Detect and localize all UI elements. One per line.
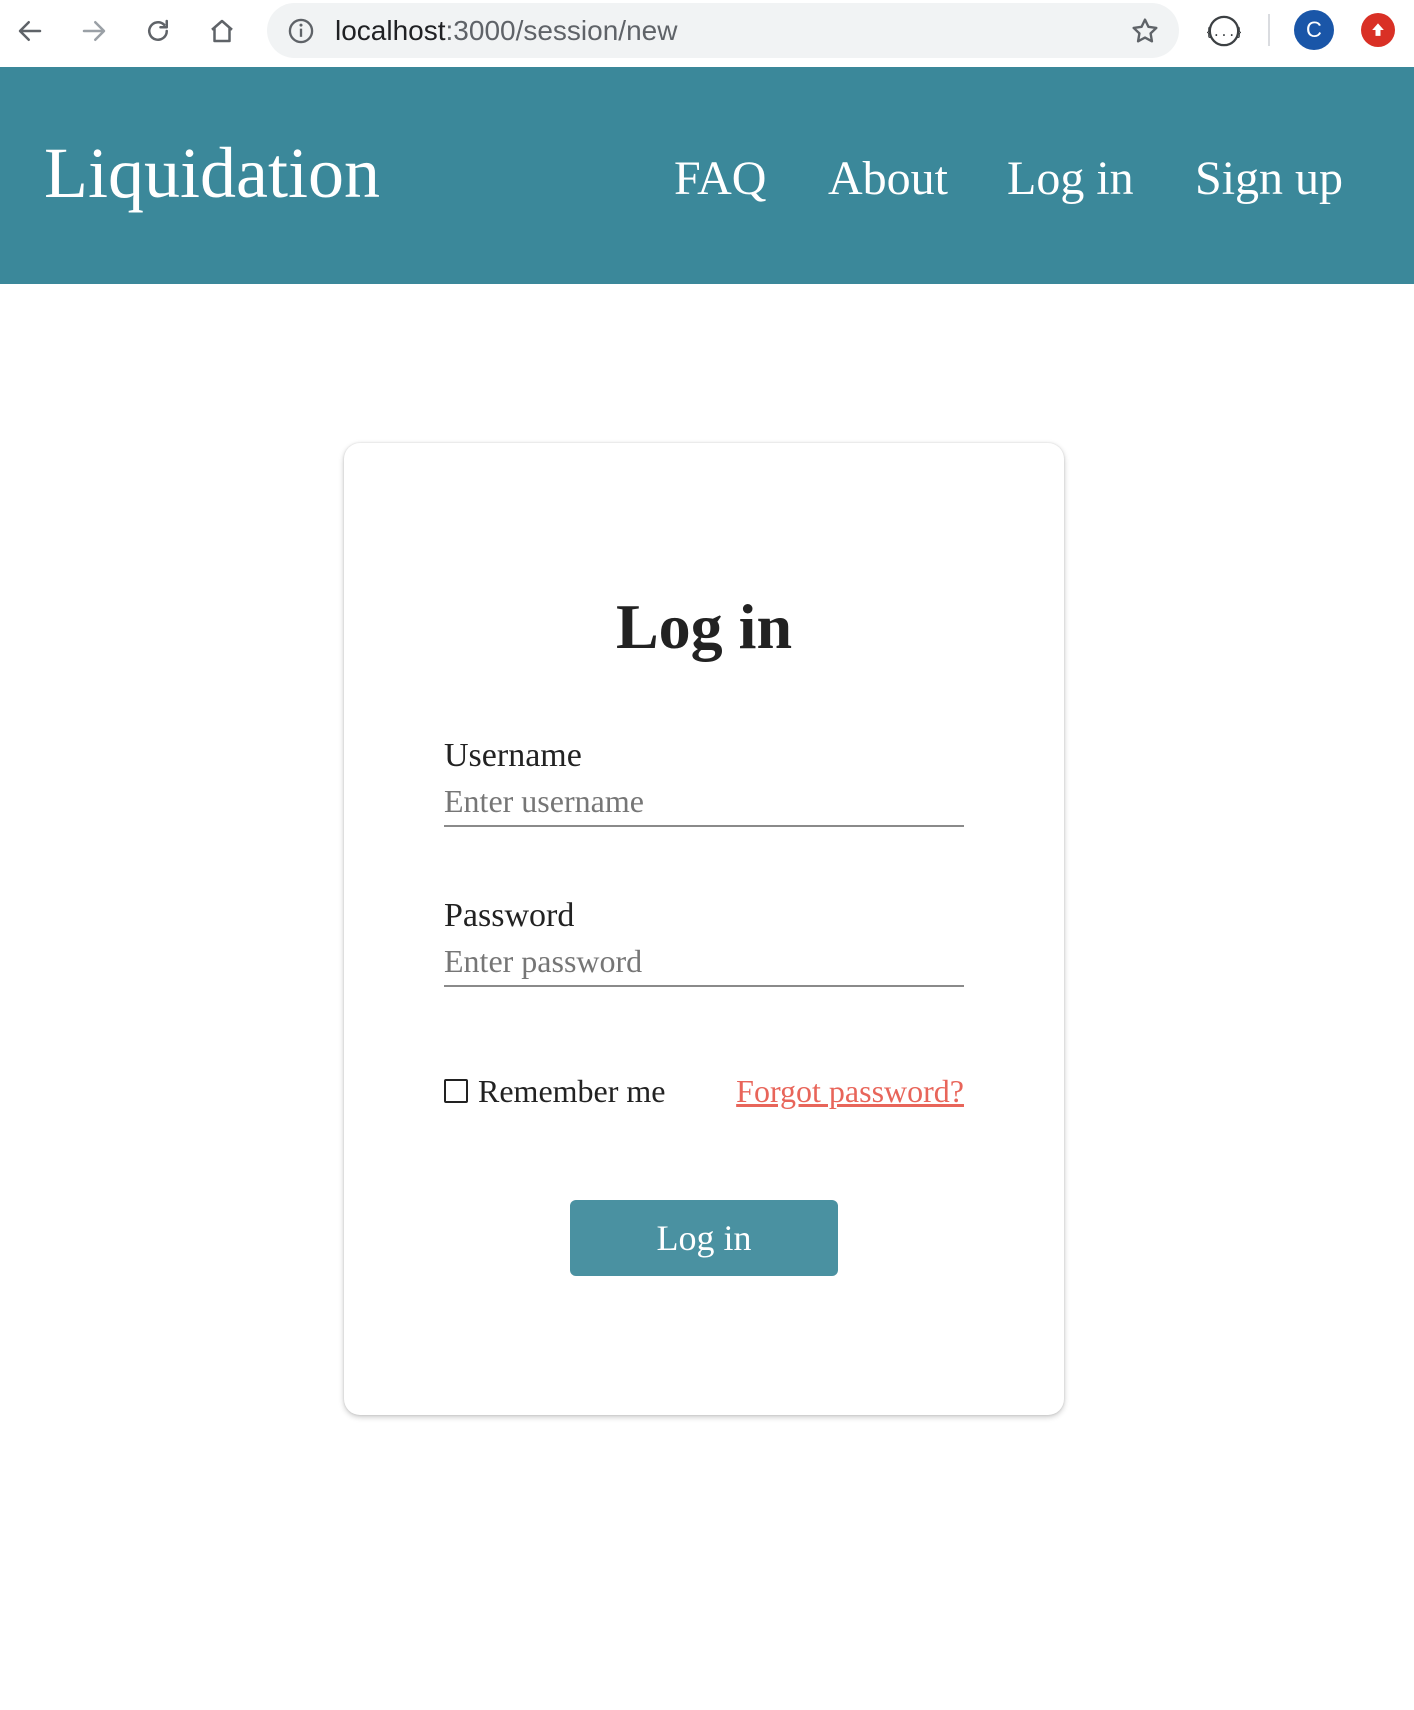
username-label: Username	[444, 737, 582, 774]
username-input[interactable]	[444, 777, 964, 827]
extension-icon[interactable]: {...}	[1207, 14, 1241, 48]
forward-icon	[82, 21, 106, 41]
reload-button[interactable]	[140, 13, 176, 49]
info-icon[interactable]	[287, 17, 315, 45]
site-header: Liquidation FAQ About Log in Sign up	[0, 67, 1414, 284]
remember-me[interactable]: Remember me	[444, 1075, 665, 1107]
nav-about[interactable]: About	[828, 155, 948, 203]
password-label: Password	[444, 897, 575, 934]
password-input[interactable]	[444, 937, 964, 987]
svg-text:{...}: {...}	[1207, 25, 1241, 40]
arrow-up-icon	[1372, 23, 1384, 36]
reload-icon	[148, 19, 168, 41]
back-icon	[18, 21, 42, 41]
remember-checkbox[interactable]	[444, 1079, 468, 1103]
update-icon[interactable]	[1361, 13, 1395, 47]
toolbar-divider	[1268, 14, 1270, 46]
home-icon	[211, 19, 233, 43]
forgot-password-link[interactable]: Forgot password?	[736, 1075, 964, 1107]
login-button[interactable]: Log in	[570, 1200, 838, 1276]
brand-logo[interactable]: Liquidation	[44, 137, 380, 209]
browser-toolbar: localhost:3000/session/new {...} C	[0, 0, 1414, 67]
nav-signup[interactable]: Sign up	[1195, 155, 1343, 203]
forward-button[interactable]	[76, 13, 112, 49]
nav-login[interactable]: Log in	[1007, 155, 1134, 203]
login-card: Log in Username Password Remember me For…	[344, 443, 1064, 1415]
back-button[interactable]	[12, 13, 48, 49]
star-icon[interactable]	[1129, 15, 1161, 47]
profile-avatar[interactable]: C	[1294, 10, 1334, 50]
nav-faq[interactable]: FAQ	[674, 155, 766, 203]
address-bar[interactable]: localhost:3000/session/new	[267, 3, 1179, 58]
login-title: Log in	[615, 591, 793, 662]
url-text: localhost:3000/session/new	[335, 15, 678, 46]
remember-label: Remember me	[478, 1073, 666, 1109]
home-button[interactable]	[204, 13, 240, 49]
